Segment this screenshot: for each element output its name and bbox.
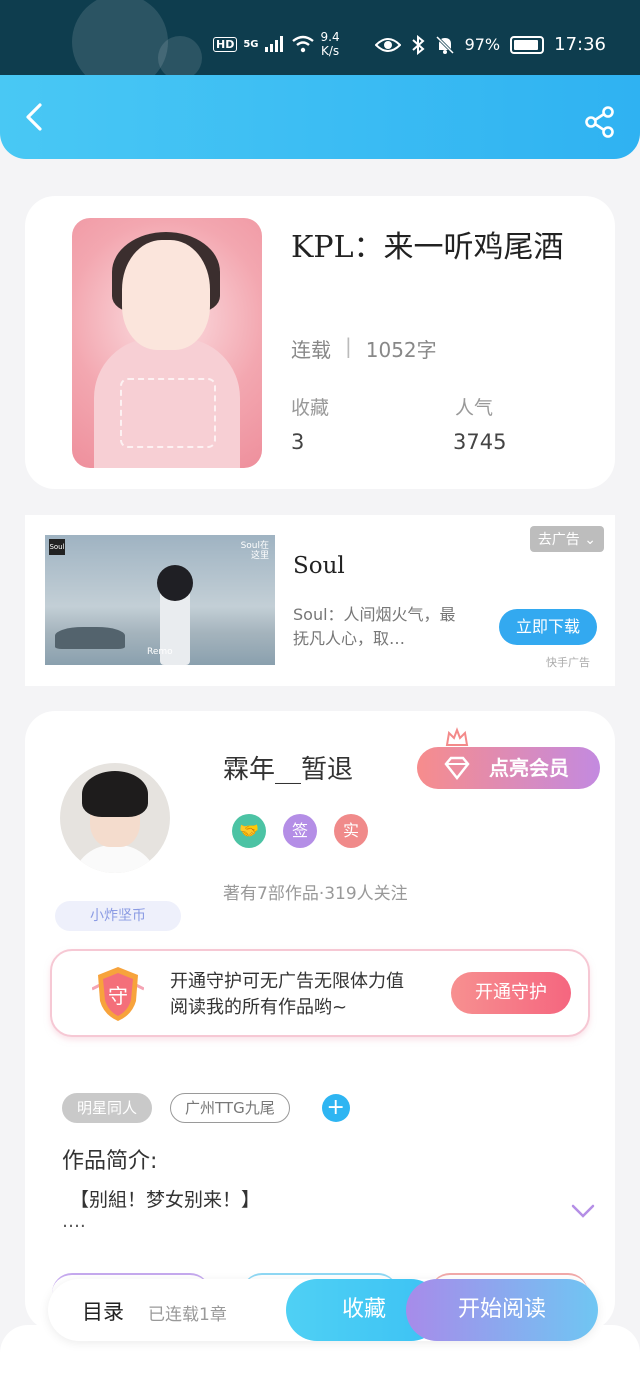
status-right: 97% 17:36 (374, 34, 606, 55)
collect-stat-value: 3 (291, 430, 305, 454)
net-speed: 9.4 K/s (320, 30, 340, 58)
verified-badge: 实 (334, 814, 368, 848)
vip-button[interactable]: 点亮会员 (417, 747, 600, 789)
mute-bell-icon (435, 35, 454, 54)
tag-chip[interactable]: 明星同人 (62, 1093, 153, 1123)
works-info: 著有7部作品·319人关注 (223, 884, 408, 904)
status-left: HD 5G 9.4 K/s (213, 30, 340, 58)
start-reading-button[interactable]: 开始阅读 (406, 1279, 598, 1341)
ad-description: Soul：人间烟火气，最抚凡人心，取… (293, 605, 456, 648)
chevron-down-icon[interactable] (571, 1203, 595, 1219)
book-cover[interactable] (72, 218, 262, 468)
chevron-left-icon[interactable] (20, 102, 50, 132)
ad-image-tag: Soul (49, 539, 65, 555)
chevron-down-icon: ⌄ (584, 532, 596, 548)
tag-chip[interactable]: 广州TTG九尾 (170, 1093, 290, 1123)
toc-button[interactable]: 目录 (82, 1296, 124, 1326)
guard-text: 开通守护可无广告无限体力值 阅读我的所有作品哟~ (170, 969, 450, 1021)
divider: | (345, 334, 352, 358)
tag-list: 明星同人 广州TTG九尾 + (62, 1093, 350, 1123)
book-title: KPL：来一听鸡尾酒 (291, 230, 564, 265)
avatar[interactable] (60, 763, 170, 873)
diamond-icon (444, 756, 470, 780)
handshake-badge-icon: 🤝 (232, 814, 266, 848)
intro-body: 【别組！梦女别来！】 (70, 1189, 261, 1211)
signal-icon (264, 36, 283, 52)
network-label: 5G (243, 38, 259, 50)
open-guard-button[interactable]: 开通守护 (451, 972, 571, 1014)
serial-count: 已连载1章 (148, 1305, 227, 1325)
guard-shield-icon: 守 (92, 967, 144, 1021)
collect-stat-label: 收藏 (291, 397, 330, 419)
author-badges: 🤝 签 实 (232, 814, 368, 848)
share-icon[interactable] (584, 106, 616, 138)
ad-image-watermark: Remo (147, 647, 173, 657)
bluetooth-icon (411, 34, 425, 55)
word-count: 1052字 (365, 338, 437, 362)
eye-icon (374, 37, 401, 52)
intro-title: 作品简介: (62, 1149, 158, 1174)
author-name[interactable]: 霖年__暂退 (223, 749, 353, 786)
remove-ad-button[interactable]: 去广告 ⌄ (529, 526, 604, 552)
battery-percent: 97% (464, 35, 501, 54)
ad-source-label: 快手广告 (546, 656, 590, 669)
ad-card[interactable]: Soul Soul在这里 Remo 去广告 ⌄ Soul Soul：人间烟火气，… (25, 515, 615, 686)
ad-title: Soul (293, 553, 345, 579)
guard-banner: 守 开通守护可无广告无限体力值 阅读我的所有作品哟~ 开通守护 (50, 949, 590, 1037)
app-header (0, 75, 640, 159)
ad-download-button[interactable]: 立即下载 (499, 609, 597, 645)
guard-shield-text: 守 (108, 984, 128, 1008)
crown-icon (445, 727, 469, 746)
status-bar: HD 5G 9.4 K/s 97% 17:36 (0, 0, 640, 90)
bottom-action-bar: 目录 已连载1章 收藏 开始阅读 (48, 1279, 598, 1341)
popularity-stat-label: 人气 (455, 397, 494, 419)
hd-label: HD (213, 36, 238, 52)
popularity-stat-value: 3745 (453, 430, 507, 454)
ad-image[interactable]: Soul Soul在这里 Remo (45, 535, 275, 665)
serial-info: 连载 | 1052字 (291, 334, 437, 363)
ad-image-brand: Soul在这里 (240, 541, 269, 561)
add-tag-button[interactable]: + (321, 1094, 350, 1122)
guard-line-1: 开通守护可无广告无限体力值 (170, 971, 404, 992)
battery-icon (510, 35, 545, 54)
clock: 17:36 (554, 34, 606, 55)
author-card: 小炸坚币 霖年__暂退 点亮会员 🤝 签 实 著有7部作品·319人关注 守 开… (25, 711, 615, 1331)
signed-badge: 签 (283, 814, 317, 848)
intro-ellipsis: …. (62, 1211, 86, 1232)
serial-status: 连载 (291, 338, 331, 362)
wifi-icon (291, 35, 314, 53)
guard-line-2: 阅读我的所有作品哟~ (170, 997, 348, 1018)
book-info-card: KPL：来一听鸡尾酒 连载 | 1052字 收藏 3 人气 3745 (25, 196, 615, 489)
fan-tag: 小炸坚币 (55, 901, 181, 931)
